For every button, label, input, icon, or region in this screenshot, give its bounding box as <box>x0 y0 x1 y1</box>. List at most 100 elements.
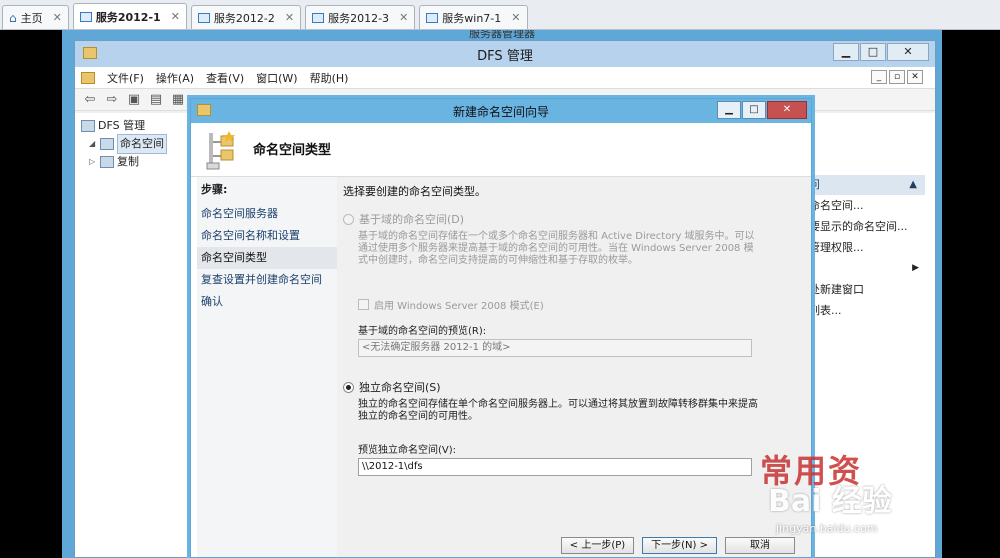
windows-2008-mode-label: 启用 Windows Server 2008 模式(E) <box>374 301 544 312</box>
windows-2008-mode-option[interactable]: 启用 Windows Server 2008 模式(E) <box>358 297 805 312</box>
close-icon[interactable]: ✕ <box>171 10 180 23</box>
action-view[interactable]: ▶ <box>806 258 925 279</box>
host-tab-server-2012-2[interactable]: 服务2012-2 ✕ <box>190 5 302 29</box>
caret-up-icon[interactable]: ▲ <box>909 175 917 195</box>
minimize-button[interactable]: ▁ <box>833 43 859 61</box>
dfs-app-icon <box>83 47 97 59</box>
menu-window[interactable]: 窗口(W) <box>256 70 297 86</box>
standalone-namespace-label: 独立命名空间(S) <box>359 381 441 394</box>
wizard-content: 选择要创建的命名空间类型。 基于域的命名空间(D) 基于域的命名空间存储在一个或… <box>337 177 811 557</box>
standalone-preview-field[interactable]: \\2012-1\dfs <box>358 458 752 476</box>
action-new-namespace[interactable]: 命名空间... <box>806 195 925 216</box>
tree-label: DFS 管理 <box>98 119 146 132</box>
tree-label: 复制 <box>117 155 139 168</box>
wizard-app-icon <box>197 104 211 116</box>
namespace-icon <box>100 138 114 150</box>
expand-icon[interactable]: ◢ <box>89 135 97 153</box>
mdi-close-button[interactable]: ✕ <box>907 70 923 84</box>
replication-icon <box>100 156 114 168</box>
standalone-namespace-option[interactable]: 独立命名空间(S) <box>343 379 805 395</box>
next-button[interactable]: 下一步(N) > <box>642 536 717 554</box>
host-tab-label: 服务2012-1 <box>95 10 161 24</box>
close-icon[interactable]: ✕ <box>53 11 62 24</box>
dfs-window-controls: ▁ □ ✕ <box>832 43 929 61</box>
mdi-minimize-button[interactable]: _ <box>871 70 887 84</box>
vm-icon <box>197 12 210 23</box>
standalone-namespace-radio[interactable] <box>343 381 354 393</box>
host-tab-label: 主页 <box>20 11 43 25</box>
export-list-icon[interactable]: ▦ <box>169 92 187 108</box>
close-button[interactable]: ✕ <box>767 101 807 119</box>
vm-icon <box>426 12 439 23</box>
vm-icon <box>312 12 325 23</box>
console-tree: DFS 管理 ◢ 命名空间 ▷ 复制 <box>81 117 191 171</box>
namespace-tree-icon <box>206 131 235 170</box>
tree-item-namespaces[interactable]: ◢ 命名空间 <box>81 134 191 154</box>
domain-preview-field[interactable]: <无法确定服务器 2012-1 的域> <box>358 339 752 357</box>
mdi-restore-button[interactable]: ▫ <box>889 70 905 84</box>
action-display-namespaces[interactable]: 要显示的命名空间... <box>806 216 925 237</box>
namespace-type-prompt: 选择要创建的命名空间类型。 <box>343 185 486 198</box>
back-button[interactable]: < 上一步(P) <box>560 536 635 554</box>
host-tab-label: 服务win7-1 <box>442 11 502 25</box>
up-folder-icon[interactable]: ▣ <box>125 92 143 108</box>
step-namespace-name-settings[interactable]: 命名空间名称和设置 <box>197 225 337 247</box>
close-icon[interactable]: ✕ <box>399 11 408 24</box>
step-confirmation[interactable]: 确认 <box>197 291 337 313</box>
maximize-button[interactable]: □ <box>742 101 766 119</box>
watermark-url: jingyan.baidu.com <box>776 522 878 535</box>
minimize-button[interactable]: ▁ <box>717 101 741 119</box>
dfs-titlebar[interactable]: DFS 管理 ▁ □ ✕ <box>75 41 935 67</box>
step-review-settings[interactable]: 复查设置并创建命名空间 <box>197 269 337 291</box>
background-window-title: 服务器管理器 <box>469 30 535 40</box>
baidu-jingyan-watermark: 常用资 Bai 经验 jingyan.baidu.com <box>756 446 986 546</box>
standalone-namespace-description: 独立的命名空间存储在单个命名空间服务器上。可以通过将其放置到故障转移群集中来提高… <box>358 399 758 422</box>
action-export-list[interactable]: 列表... <box>806 300 925 321</box>
wizard-header: 命名空间类型 <box>191 123 811 177</box>
host-tab-server-2012-1[interactable]: 服务2012-1 ✕ <box>72 3 187 29</box>
step-namespace-type[interactable]: 命名空间类型 <box>197 247 337 269</box>
show-tree-icon[interactable]: ▤ <box>147 92 165 108</box>
submenu-arrow-icon: ▶ <box>912 263 919 273</box>
maximize-button[interactable]: □ <box>860 43 886 61</box>
new-namespace-wizard: 新建命名空间向导 ▁ □ ✕ 命名空间类型 步骤: 命名空间服务器 命名空间名称… <box>190 98 812 558</box>
collapse-icon[interactable]: ▷ <box>89 153 97 171</box>
menu-file[interactable]: 文件(F) <box>107 70 144 86</box>
host-tab-home[interactable]: ⌂ 主页 ✕ <box>2 5 69 29</box>
close-icon[interactable]: ✕ <box>511 11 520 24</box>
close-button[interactable]: ✕ <box>887 43 929 61</box>
host-tab-label: 服务2012-2 <box>213 11 275 25</box>
wizard-footer: < 上一步(P) 下一步(N) > 取消 <box>337 533 811 557</box>
vm-icon <box>79 11 92 22</box>
tree-item-replication[interactable]: ▷ 复制 <box>81 153 191 171</box>
wizard-steps-panel: 步骤: 命名空间服务器 命名空间名称和设置 命名空间类型 复查设置并创建命名空间… <box>197 177 337 557</box>
domain-preview-label: 基于域的命名空间的预览(R): <box>358 326 487 337</box>
back-arrow-icon[interactable]: ⇦ <box>81 92 99 108</box>
windows-2008-mode-checkbox[interactable] <box>358 299 369 310</box>
host-tab-win7-1[interactable]: 服务win7-1 ✕ <box>419 5 528 29</box>
steps-heading: 步骤: <box>201 183 228 196</box>
action-new-window[interactable]: 处新建窗口 <box>806 279 925 300</box>
watermark-line2: Bai 经验 <box>768 484 892 519</box>
menu-action[interactable]: 操作(A) <box>156 70 194 86</box>
home-icon: ⌂ <box>9 10 17 25</box>
actions-header[interactable]: 问 ▲ <box>806 175 925 195</box>
domain-namespace-radio[interactable] <box>343 213 354 225</box>
step-namespace-server[interactable]: 命名空间服务器 <box>197 203 337 225</box>
menu-view[interactable]: 查看(V) <box>206 70 244 86</box>
host-tab-server-2012-3[interactable]: 服务2012-3 ✕ <box>305 5 416 29</box>
standalone-preview-label: 预览独立命名空间(V): <box>358 445 457 456</box>
wizard-titlebar[interactable]: 新建命名空间向导 ▁ □ ✕ <box>191 99 811 123</box>
domain-namespace-option[interactable]: 基于域的命名空间(D) <box>343 211 805 227</box>
wizard-title: 新建命名空间向导 <box>452 104 549 119</box>
tree-label: 命名空间 <box>117 134 167 154</box>
close-icon[interactable]: ✕ <box>285 11 294 24</box>
host-tab-bar: ⌂ 主页 ✕ 服务2012-1 ✕ 服务2012-2 ✕ 服务2012-3 ✕ … <box>0 0 1000 30</box>
forward-arrow-icon[interactable]: ⇨ <box>103 92 121 108</box>
mdi-controls: _ ▫ ✕ <box>871 70 923 84</box>
action-delegate-permissions[interactable]: 管理权限... <box>806 237 925 258</box>
dfs-icon <box>81 120 95 132</box>
tree-item-dfs-root[interactable]: DFS 管理 <box>81 117 191 135</box>
menu-help[interactable]: 帮助(H) <box>310 70 349 86</box>
domain-namespace-description: 基于域的命名空间存储在一个或多个命名空间服务器和 Active Director… <box>358 231 755 266</box>
